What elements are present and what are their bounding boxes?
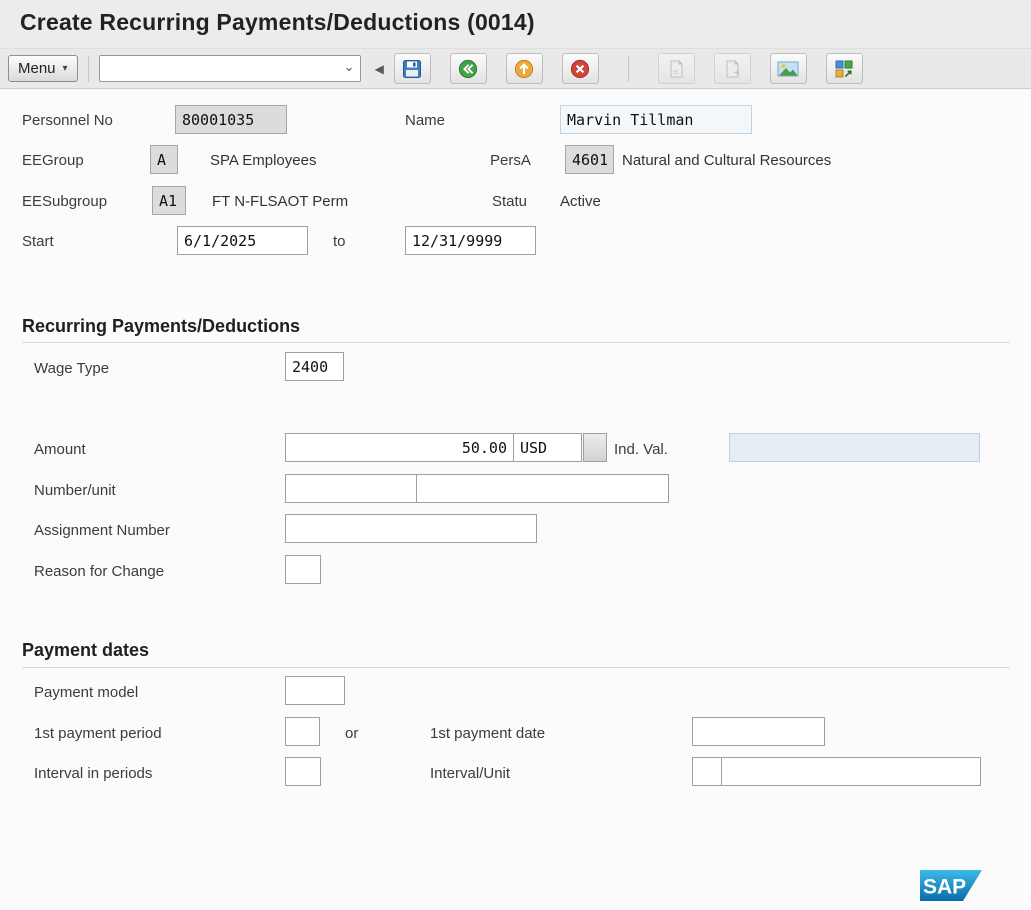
command-field[interactable]: ⌄: [99, 55, 361, 82]
ee-subgroup-text: FT N-FLSAOT Perm: [212, 193, 348, 210]
currency-field[interactable]: [513, 433, 582, 462]
command-input[interactable]: [100, 56, 360, 81]
document-icon: [722, 59, 742, 79]
payment-model-field[interactable]: [285, 676, 345, 705]
back-button[interactable]: [450, 53, 487, 84]
ee-group-label: EEGroup: [22, 152, 84, 169]
sap-logo-text: SAP: [923, 876, 966, 899]
personnel-no-label: Personnel No: [22, 112, 113, 129]
chevron-down-icon[interactable]: ⌄: [344, 59, 355, 75]
ind-val-label: Ind. Val.: [614, 441, 668, 458]
section-title-recurring: Recurring Payments/Deductions: [22, 316, 300, 337]
colored-squares-icon: [834, 59, 854, 79]
interval-in-periods-field[interactable]: [285, 757, 321, 786]
titlebar: Create Recurring Payments/Deductions (00…: [0, 0, 1031, 48]
menu-button-label: Menu: [18, 60, 56, 77]
page-title: Create Recurring Payments/Deductions (00…: [0, 0, 1031, 36]
wage-type-label: Wage Type: [34, 360, 109, 377]
doc-button-1: [658, 53, 695, 84]
ee-group-text: SPA Employees: [210, 152, 316, 169]
status-label: Statu: [492, 193, 527, 210]
structure-button[interactable]: [826, 53, 863, 84]
close-icon: [570, 59, 590, 79]
currency-matchcode-button[interactable]: [583, 433, 607, 462]
arrow-up-icon: [514, 59, 534, 79]
sap-logo: SAP: [920, 870, 982, 906]
ee-subgroup-field[interactable]: [152, 186, 186, 215]
interval-field[interactable]: [692, 757, 722, 786]
end-date-field[interactable]: [405, 226, 536, 255]
chevron-down-icon: ▾: [63, 63, 68, 74]
first-payment-period-field[interactable]: [285, 717, 320, 746]
number-field[interactable]: [285, 474, 417, 503]
section-divider: [22, 667, 1010, 668]
doc-button-2: [714, 53, 751, 84]
amount-label: Amount: [34, 441, 86, 458]
double-chevron-left-icon: [458, 59, 478, 79]
wage-type-field[interactable]: [285, 352, 344, 381]
save-button[interactable]: [394, 53, 431, 84]
document-icon: [666, 59, 686, 79]
amount-field[interactable]: [285, 433, 514, 462]
pers-area-field[interactable]: [565, 145, 614, 174]
section-divider: [22, 342, 1010, 343]
save-icon: [402, 59, 422, 79]
status-value: Active: [560, 193, 601, 210]
ind-val-field: [729, 433, 980, 462]
toolbar: Menu ▾ ⌄ ◀: [0, 48, 1031, 89]
pers-area-text: Natural and Cultural Resources: [622, 152, 831, 169]
to-label: to: [333, 233, 346, 250]
assignment-number-label: Assignment Number: [34, 522, 170, 539]
form-area: Personnel No Name EEGroup SPA Employees …: [0, 90, 1031, 910]
collapse-arrow-button[interactable]: ◀: [373, 60, 386, 78]
first-payment-date-label: 1st payment date: [430, 725, 545, 742]
section-title-payment-dates: Payment dates: [22, 640, 149, 661]
ee-group-field[interactable]: [150, 145, 178, 174]
interval-in-periods-label: Interval in periods: [34, 765, 152, 782]
number-unit-label: Number/unit: [34, 482, 116, 499]
interval-unit-field[interactable]: [721, 757, 981, 786]
unit-field[interactable]: [416, 474, 669, 503]
name-field[interactable]: [560, 105, 752, 134]
exit-button[interactable]: [506, 53, 543, 84]
toolbar-divider: [628, 56, 629, 82]
assignment-number-field[interactable]: [285, 514, 537, 543]
interval-unit-label: Interval/Unit: [430, 765, 510, 782]
start-date-field[interactable]: [177, 226, 308, 255]
payment-model-label: Payment model: [34, 684, 138, 701]
start-label: Start: [22, 233, 54, 250]
personnel-no-field[interactable]: [175, 105, 287, 134]
toolbar-icon-group: [394, 53, 863, 84]
overview-button[interactable]: [770, 53, 807, 84]
pers-area-label: PersA: [490, 152, 531, 169]
ee-subgroup-label: EESubgroup: [22, 193, 107, 210]
menu-button[interactable]: Menu ▾: [8, 55, 78, 82]
first-payment-date-field[interactable]: [692, 717, 825, 746]
first-payment-period-label: 1st payment period: [34, 725, 162, 742]
cancel-button[interactable]: [562, 53, 599, 84]
name-label: Name: [405, 112, 445, 129]
landscape-icon: [777, 59, 799, 79]
or-label: or: [345, 725, 358, 742]
toolbar-divider: [88, 56, 89, 82]
reason-for-change-field[interactable]: [285, 555, 321, 584]
reason-for-change-label: Reason for Change: [34, 563, 164, 580]
